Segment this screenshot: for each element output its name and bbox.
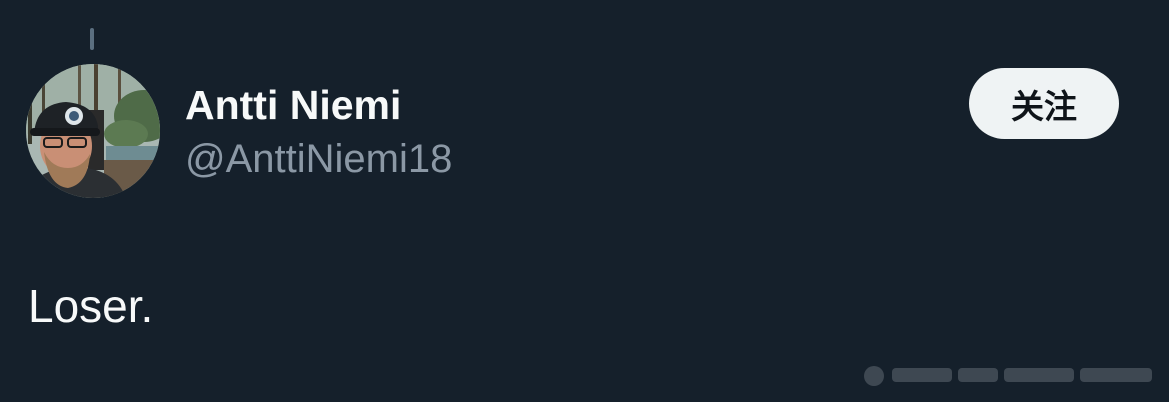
follow-button[interactable]: 关注 xyxy=(969,68,1119,139)
tweet-text: Loser. xyxy=(28,280,154,332)
watermark-icon xyxy=(864,366,1152,386)
avatar[interactable] xyxy=(26,64,160,198)
profile-photo-icon xyxy=(26,64,160,198)
user-handle[interactable]: @AnttiNiemi18 xyxy=(185,132,452,186)
user-info: Antti Niemi @AnttiNiemi18 xyxy=(185,78,452,186)
thread-connector-line xyxy=(90,28,94,50)
display-name[interactable]: Antti Niemi xyxy=(185,78,452,132)
tweet-view: Antti Niemi @AnttiNiemi18 关注 Loser. xyxy=(0,0,1169,402)
